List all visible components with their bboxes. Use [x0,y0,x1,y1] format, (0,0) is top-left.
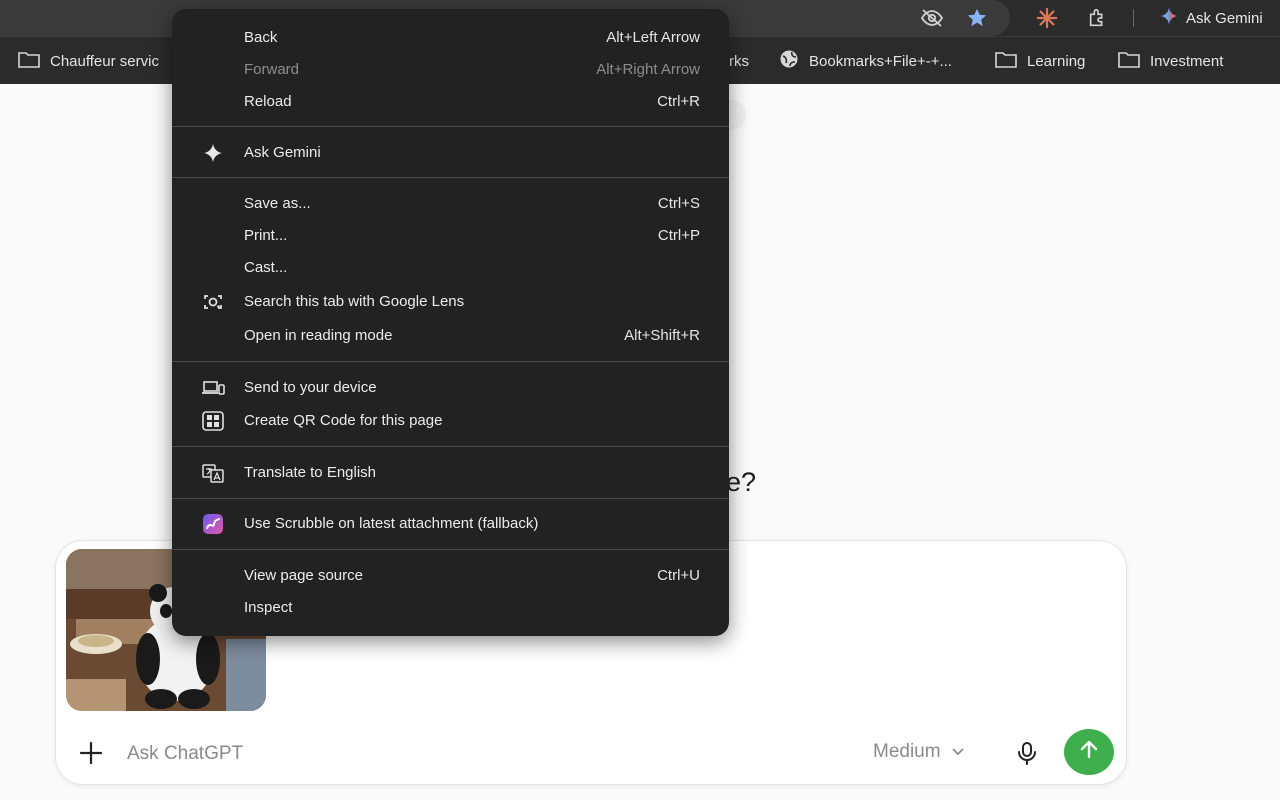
context-menu: Back Alt+Left Arrow Forward Alt+Right Ar… [172,9,729,636]
menu-item-shortcut: Alt+Right Arrow [596,61,700,78]
menu-item-label: Inspect [244,599,293,616]
bookmark-chauffeur[interactable]: Chauffeur servic [18,49,159,73]
chevron-down-icon [951,741,965,763]
menu-item-inspect[interactable]: Inspect [172,593,729,623]
qr-code-icon [201,410,225,432]
bookmark-label: Investment [1150,52,1224,70]
menu-item-ask-gemini[interactable]: Ask Gemini [172,138,729,168]
menu-item-label: Save as... [244,195,311,212]
model-label: Medium [873,741,941,762]
globe-icon [779,49,799,73]
menu-item-shortcut: Ctrl+R [657,93,700,110]
menu-item-label: Cast... [244,259,288,276]
menu-divider [172,177,729,178]
extensions-puzzle-icon[interactable] [1086,6,1110,30]
menu-item-translate[interactable]: Translate to English [172,458,729,488]
menu-item-scrubble[interactable]: Use Scrubble on latest attachment (fallb… [172,509,729,539]
bookmark-label: rks [729,52,749,70]
menu-item-label: Ask Gemini [244,144,321,161]
menu-item-view-source[interactable]: View page source Ctrl+U [172,561,729,591]
send-button[interactable] [1064,729,1114,775]
eye-off-icon[interactable] [920,6,944,30]
heading-question: e? [726,467,757,497]
model-selector[interactable]: Medium [873,741,965,763]
folder-icon [1118,50,1140,72]
menu-item-shortcut: Ctrl+P [657,227,700,244]
sparkle-icon [201,142,225,164]
ask-gemini-button[interactable]: Ask Gemini [1160,0,1263,36]
menu-item-send-to-device[interactable]: Send to your device [172,373,729,403]
menu-item-print[interactable]: Print... Ctrl+P [172,221,729,251]
prompt-input[interactable] [127,740,727,768]
menu-item-cast[interactable]: Cast... [172,253,729,283]
bookmark-label: Chauffeur servic [50,52,159,70]
menu-item-label: Forward [244,61,300,78]
bookmark-investment[interactable]: Investment [1118,49,1223,73]
menu-divider [172,126,729,127]
arrow-up-icon [1078,739,1100,766]
menu-item-google-lens[interactable]: Search this tab with Google Lens [172,287,729,317]
claude-extension-icon[interactable] [1035,6,1059,30]
menu-item-qr-code[interactable]: Create QR Code for this page [172,406,729,436]
menu-item-label: Use Scrubble on latest attachment (fallb… [244,515,539,532]
menu-item-label: Translate to English [244,464,377,481]
menu-item-shortcut: Alt+Left Arrow [606,29,700,46]
menu-divider [172,361,729,362]
menu-item-label: Send to your device [244,379,377,396]
bookmark-label: Learning [1027,52,1086,70]
menu-divider [172,446,729,447]
bookmark-label: Bookmarks+File+-+... [809,52,952,70]
menu-item-label: Open in reading mode [244,327,393,344]
folder-icon [995,50,1017,72]
bookmark-bookmarks-file[interactable]: Bookmarks+File+-+... [779,49,952,73]
gemini-sparkle-icon [1160,7,1178,29]
menu-item-label: Search this tab with Google Lens [244,293,465,310]
scrubble-icon [201,513,225,535]
menu-item-save-as[interactable]: Save as... Ctrl+S [172,189,729,219]
translate-icon [201,462,225,484]
folder-icon [18,50,40,72]
ask-gemini-label: Ask Gemini [1186,9,1263,27]
google-lens-icon [201,291,225,313]
toolbar-divider [1133,9,1134,27]
menu-item-reload[interactable]: Reload Ctrl+R [172,87,729,117]
menu-item-label: Print... [244,227,288,244]
menu-item-label: Reload [244,93,292,110]
devices-icon [201,377,225,399]
bookmark-star-icon[interactable] [965,6,989,30]
menu-item-forward[interactable]: Forward Alt+Right Arrow [172,55,729,85]
add-attachment-button[interactable] [78,740,104,766]
menu-item-reading-mode[interactable]: Open in reading mode Alt+Shift+R [172,321,729,351]
menu-item-shortcut: Alt+Shift+R [624,327,700,344]
microphone-button[interactable] [1014,740,1040,766]
bookmark-learning[interactable]: Learning [995,49,1085,73]
menu-item-label: Create QR Code for this page [244,412,443,429]
menu-item-label: View page source [244,567,363,584]
menu-item-shortcut: Ctrl+S [657,195,700,212]
bookmark-partial[interactable]: rks [729,49,749,73]
menu-divider [172,549,729,550]
menu-item-label: Back [244,29,278,46]
menu-item-back[interactable]: Back Alt+Left Arrow [172,23,729,53]
menu-divider [172,498,729,499]
menu-item-shortcut: Ctrl+U [657,567,700,584]
